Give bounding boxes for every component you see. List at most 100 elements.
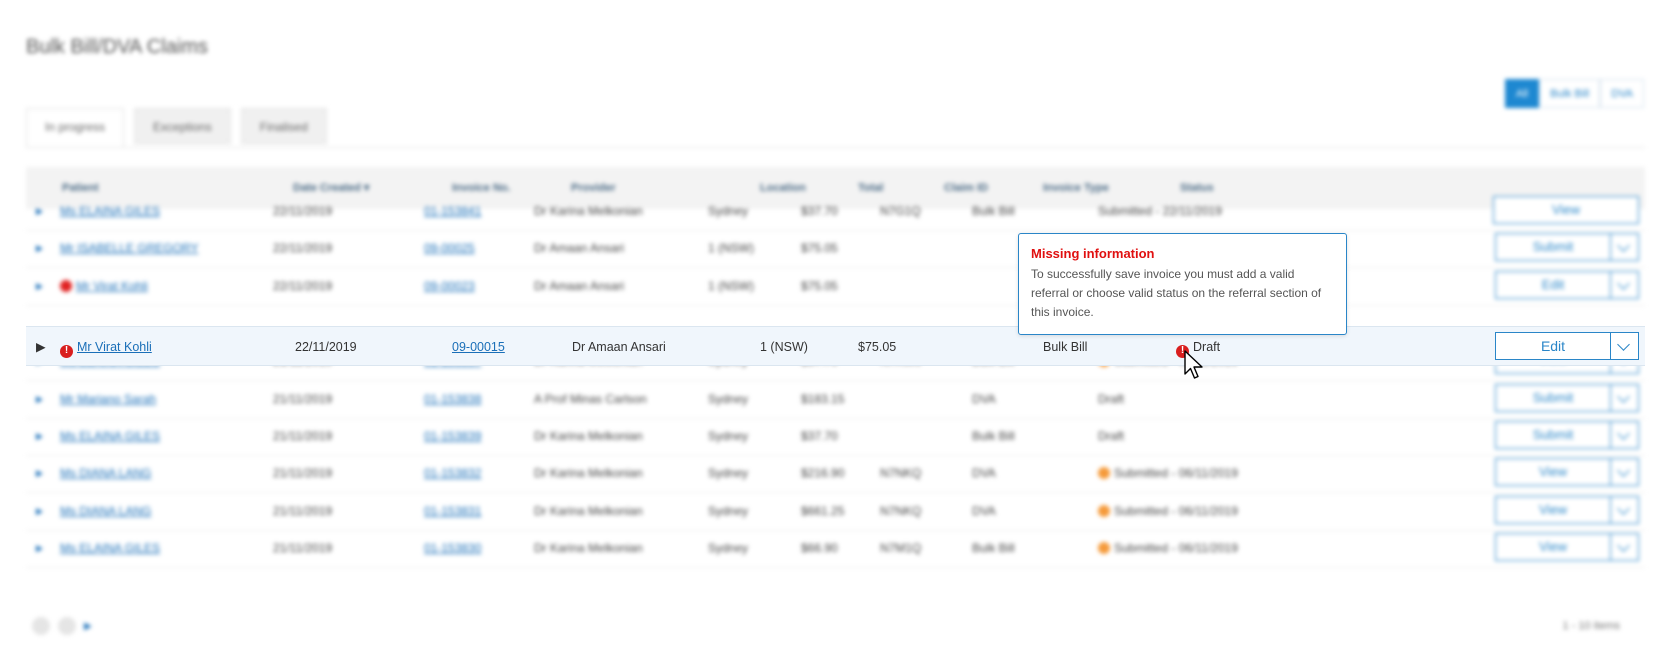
edit-button[interactable]: Edit <box>1495 332 1611 360</box>
table-row[interactable]: ▶ Ms ELAINA GILES 21/11/2019 01-153839 Dr Ka… <box>26 416 1645 456</box>
invoice-no-link[interactable]: 01-153832 <box>424 453 481 493</box>
next-page-icon[interactable]: ▶ <box>84 621 92 632</box>
chevron-down-icon[interactable] <box>1611 233 1639 261</box>
invoice-no-link[interactable]: 01-153839 <box>424 416 481 456</box>
chevron-down-icon[interactable] <box>1611 533 1639 561</box>
location-cell: Sydney <box>708 392 749 406</box>
chevron-down-icon[interactable] <box>1611 271 1639 299</box>
patient-link[interactable]: Ms ELAINA GILES <box>60 204 160 218</box>
total-cell: $37.70 <box>801 204 838 218</box>
invoice-no-link[interactable]: 09-00015 <box>452 327 505 367</box>
table-row[interactable]: ▶ Ms ELAINA GILES 22/11/2019 01-153841 Dr Ka… <box>26 191 1645 231</box>
provider-cell: Dr Karina Melkonian <box>534 466 643 480</box>
patient-cell: Ms ELAINA GILES <box>60 416 160 456</box>
location-cell: Sydney <box>708 504 749 518</box>
expand-arrow-icon[interactable]: ▶ <box>36 528 43 568</box>
patient-link[interactable]: Ms ELAINA GILES <box>60 541 160 555</box>
filter-all-button[interactable]: All <box>1504 79 1540 108</box>
date-created-cell: 22/11/2019 <box>273 241 333 255</box>
patient-cell: Mr ISABELLE GREGORY <box>60 228 199 268</box>
status-text: Submitted - 06/11/2019 <box>1114 504 1238 518</box>
expand-arrow-icon[interactable]: ▶ <box>36 491 43 531</box>
patient-cell: ! Mr Virat Kohli <box>60 327 152 367</box>
first-page-button[interactable] <box>32 617 50 635</box>
status-text: Submitted - 06/11/2019 <box>1114 466 1238 480</box>
status-cell: Submitted - 06/11/2019 <box>1098 491 1238 531</box>
expand-arrow-icon[interactable]: ▶ <box>36 453 43 493</box>
patient-link[interactable]: Ms DIANA LANG <box>60 504 151 518</box>
prev-page-button[interactable] <box>58 617 76 635</box>
row-action-button[interactable]: View <box>1495 496 1611 524</box>
status-text: Draft <box>1098 429 1125 443</box>
expand-arrow-icon[interactable]: ▶ <box>36 327 46 367</box>
row-action-button[interactable]: Submit <box>1495 384 1611 412</box>
patient-link[interactable]: Mr Virat Kohli <box>76 279 148 293</box>
invoice-no-link[interactable]: 09-00023 <box>424 266 475 306</box>
row-action-button[interactable]: View <box>1495 533 1611 561</box>
row-action-button[interactable]: Submit <box>1495 233 1611 261</box>
row-action-group: View <box>1495 533 1639 561</box>
chevron-down-icon[interactable] <box>1611 421 1639 449</box>
filter-dva-button[interactable]: DVA <box>1600 79 1644 108</box>
tooltip-title: Missing information <box>1031 246 1155 261</box>
row-action-button[interactable]: View <box>1493 196 1639 224</box>
table-row[interactable]: ▶ Mr ISABELLE GREGORY 22/11/2019 09-00025 Dr… <box>26 228 1645 268</box>
provider-cell: Dr Amaan Ansari <box>534 241 625 255</box>
location-cell: Sydney <box>708 541 749 555</box>
provider-cell: Dr Karina Melkonian <box>534 204 643 218</box>
chevron-down-icon[interactable] <box>1611 458 1639 486</box>
table-row[interactable]: ▶ Ms ELAINA GILES 21/11/2019 01-153830 Dr Ka… <box>26 528 1645 568</box>
chevron-down-icon[interactable] <box>1611 384 1639 412</box>
total-cell: $183.15 <box>801 392 845 406</box>
date-created-cell: 22/11/2019 <box>273 204 333 218</box>
table-row[interactable]: ▶ Mr Virat Kohli 22/11/2019 09-00023 Dr Amaa… <box>26 266 1645 306</box>
invoice-no-link[interactable]: 09-00025 <box>424 228 475 268</box>
date-created-cell: 21/11/2019 <box>273 541 333 555</box>
patient-link[interactable]: Mr Virat Kohli <box>77 340 152 354</box>
row-action-button[interactable]: View <box>1495 458 1611 486</box>
invoice-no-link[interactable]: 01-153838 <box>424 379 481 419</box>
tab-exceptions[interactable]: Exceptions <box>134 108 231 144</box>
expand-arrow-icon[interactable]: ▶ <box>36 416 43 456</box>
table-row[interactable]: ▶ Ms DIANA LANG 21/11/2019 01-153831 Dr Kari… <box>26 491 1645 531</box>
date-created-cell: 22/11/2019 <box>273 279 333 293</box>
provider-cell: Dr Karina Melkonian <box>534 429 643 443</box>
total-cell: $75.05 <box>801 241 838 255</box>
date-created-cell: 21/11/2019 <box>273 392 333 406</box>
row-action-button[interactable]: Edit <box>1495 271 1611 299</box>
claim-id-cell: N7NKQ <box>880 466 922 480</box>
tooltip-text: To successfully save invoice you must ad… <box>1031 267 1322 319</box>
tab-finalised[interactable]: Finalised <box>240 108 327 144</box>
location-cell: 1 (NSW) <box>708 241 754 255</box>
claim-id-cell: N7M1Q <box>880 541 922 555</box>
expand-arrow-icon[interactable]: ▶ <box>36 379 43 419</box>
patient-link[interactable]: Ms ELAINA GILES <box>60 429 160 443</box>
expand-arrow-icon[interactable]: ▶ <box>36 266 43 306</box>
table-row[interactable]: ▶ Ms DIANA LANG 21/11/2019 01-153832 Dr Kari… <box>26 453 1645 493</box>
status-dot-icon <box>1098 505 1110 517</box>
filter-bulk-bill-button[interactable]: Bulk Bill <box>1539 79 1601 108</box>
invoice-no-link[interactable]: 01-153841 <box>424 191 481 231</box>
invoice-type-cell: DVA <box>972 504 996 518</box>
invoice-type-filter[interactable]: All Bulk Bill DVA <box>1504 79 1644 108</box>
patient-cell: Mr Mariano Sarah <box>60 379 156 419</box>
patient-link[interactable]: Ms DIANA LANG <box>60 466 151 480</box>
patient-link[interactable]: Mr ISABELLE GREGORY <box>60 241 199 255</box>
table-row-focused[interactable]: ▶ ! Mr Virat Kohli 22/11/2019 09-00015 Dr… <box>26 326 1645 366</box>
expand-arrow-icon[interactable]: ▶ <box>36 228 43 268</box>
row-action-button[interactable]: Submit <box>1495 421 1611 449</box>
tab-in-progress[interactable]: In progress <box>26 108 125 148</box>
table-row[interactable]: ▶ Mr Mariano Sarah 21/11/2019 01-153838 A Pr… <box>26 379 1645 419</box>
provider-cell: A Prof Minas Carlson <box>534 392 647 406</box>
total-cell: $661.25 <box>801 504 845 518</box>
chevron-down-icon[interactable] <box>1611 496 1639 524</box>
chevron-down-icon[interactable] <box>1611 332 1639 360</box>
invoice-no-link[interactable]: 01-153830 <box>424 528 481 568</box>
error-icon: ! <box>60 344 73 358</box>
patient-link[interactable]: Mr Mariano Sarah <box>60 392 156 406</box>
location-cell: 1 (NSW) <box>708 279 754 293</box>
invoice-type-cell: Bulk Bill <box>972 429 1015 443</box>
provider-cell: Dr Karina Melkonian <box>534 504 643 518</box>
invoice-no-link[interactable]: 01-153831 <box>424 491 481 531</box>
expand-arrow-icon[interactable]: ▶ <box>36 191 43 231</box>
